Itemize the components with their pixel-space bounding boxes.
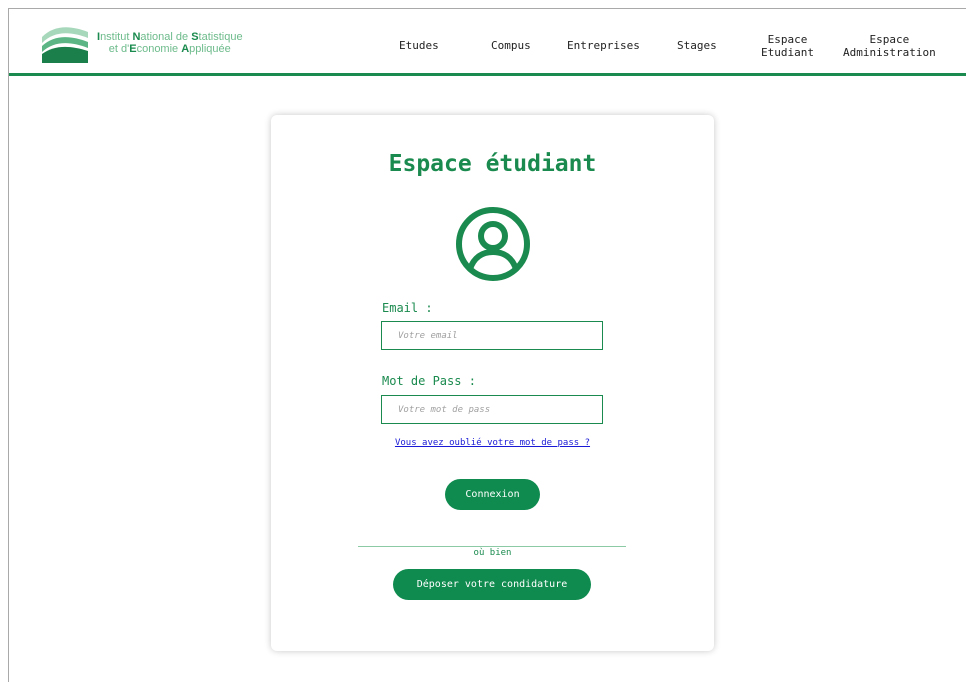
- forgot-password-link[interactable]: Vous avez oublié votre mot de pass ?: [271, 438, 714, 448]
- password-label: Mot de Pass :: [382, 374, 476, 388]
- institute-name-part: A: [181, 43, 190, 55]
- nav-espace-administration-line2: Administration: [843, 46, 936, 59]
- site-header: Institut National de Statistique et d'Ec…: [9, 9, 966, 76]
- nav-etudes[interactable]: Etudes: [399, 39, 439, 52]
- institute-name-line2: et d'Economie Appliquée: [97, 43, 243, 55]
- user-circle-icon: [456, 207, 530, 281]
- nav-espace-administration-line1: Espace: [869, 33, 910, 46]
- divider: où bien: [271, 540, 714, 559]
- inseaa-logo-icon[interactable]: [40, 23, 90, 63]
- email-label: Email :: [382, 301, 433, 315]
- institute-name-part: conomie: [136, 43, 182, 55]
- institute-name-part: S: [191, 31, 199, 43]
- password-input[interactable]: [381, 395, 603, 424]
- nav-stages[interactable]: Stages: [677, 39, 717, 52]
- institute-name[interactable]: Institut National de Statistique et d'Ec…: [97, 31, 243, 55]
- institute-name-part: nstitut: [100, 31, 133, 43]
- apply-button[interactable]: Déposer votre condidature: [393, 569, 591, 600]
- divider-text: où bien: [469, 548, 516, 558]
- nav-compus[interactable]: Compus: [491, 39, 531, 52]
- login-card: Espace étudiant Email : Mot de Pass : Vo…: [271, 115, 714, 651]
- institute-name-part: ational de: [140, 31, 192, 43]
- nav-espace-etudiant-line1: Espace: [767, 33, 808, 46]
- institute-name-part: tatistique: [198, 31, 243, 43]
- nav-espace-etudiant[interactable]: Espace Etudiant: [761, 33, 814, 59]
- nav-espace-administration[interactable]: Espace Administration: [843, 33, 936, 59]
- institute-name-part: et d': [108, 43, 130, 55]
- page-title: Espace étudiant: [388, 151, 597, 177]
- email-input[interactable]: [381, 321, 603, 350]
- institute-name-part: ppliquée: [189, 43, 231, 55]
- nav-entreprises[interactable]: Entreprises: [567, 39, 640, 52]
- nav-espace-etudiant-line2: Etudiant: [761, 46, 814, 59]
- institute-name-part: E: [129, 43, 137, 55]
- connexion-button[interactable]: Connexion: [445, 479, 540, 510]
- page-frame: Institut National de Statistique et d'Ec…: [8, 8, 966, 682]
- institute-name-line1: Institut National de Statistique: [97, 31, 243, 43]
